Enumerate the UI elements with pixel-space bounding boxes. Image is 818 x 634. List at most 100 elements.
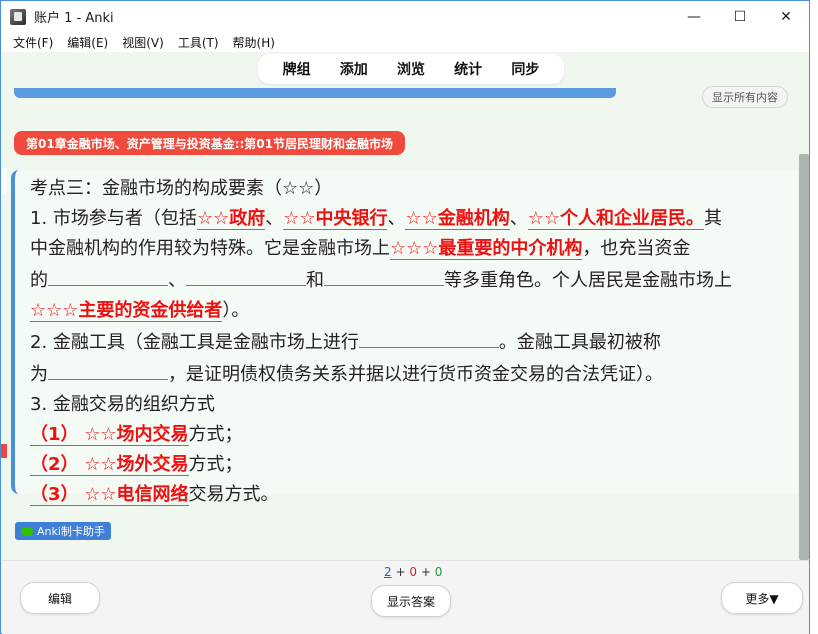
highlight: 主要的资金供给者 <box>78 300 223 321</box>
text: ，是证明债权债务关系并据以进行货币资金交易的合法凭证）。 <box>168 364 663 385</box>
highlight: 场内交易 <box>116 424 189 445</box>
answer-individuals: ☆☆个人和企业居民。 <box>527 208 705 230</box>
text: 等多重角色。个人居民是金融市场上 <box>444 270 732 291</box>
star-mark: ☆☆ <box>283 208 316 229</box>
title-bar: 账户 1 - Anki — ☐ ✕ <box>1 1 809 32</box>
card-line-7: 3. 金融交易的组织方式 <box>30 394 215 415</box>
new-count: 2 <box>384 565 392 579</box>
plus-sign: + <box>420 565 431 579</box>
text: 2. 金融工具（金融工具是金融市场上进行 <box>30 332 359 353</box>
show-all-button[interactable]: 显示所有内容 <box>702 86 788 108</box>
cloze-blank <box>48 358 168 380</box>
toolbar-add[interactable]: 添加 <box>340 59 368 79</box>
text: 、 <box>265 208 284 229</box>
star-mark: ☆☆ <box>405 208 438 229</box>
window-title: 账户 1 - Anki <box>34 11 114 26</box>
highlight: 电信网络 <box>116 484 189 505</box>
learn-count: 0 <box>409 565 417 579</box>
highlight: 最重要的中介机构 <box>438 238 583 259</box>
card-line-1: 1. 市场参与者（包括☆☆政府、☆☆中央银行、☆☆金融机构、☆☆个人和企业居民。… <box>30 204 788 234</box>
menu-edit[interactable]: 编辑(E) <box>67 34 108 51</box>
highlight: 场外交易 <box>116 454 189 475</box>
text: ，也充当资金 <box>582 238 691 259</box>
card-line-3: 的 、 和 等多重角色。个人居民是金融市场上 <box>30 264 788 296</box>
highlight: 政府 <box>229 208 266 229</box>
background-window-peek <box>1 168 7 194</box>
window-controls: — ☐ ✕ <box>671 1 809 32</box>
text: 和 <box>306 270 324 291</box>
menu-help[interactable]: 帮助(H) <box>233 34 275 51</box>
bottom-bar: 2 + 0 + 0 编辑 显示答案 更多▼ <box>2 560 809 634</box>
cloze-blank <box>324 264 444 286</box>
number: （3） <box>30 484 79 505</box>
background-window-peek <box>1 444 7 458</box>
toolbar-decks[interactable]: 牌组 <box>283 59 311 79</box>
text: 、 <box>168 270 186 291</box>
progress-bar <box>14 88 616 98</box>
vertical-scrollbar[interactable] <box>799 154 809 560</box>
menu-tools[interactable]: 工具(T) <box>178 34 219 51</box>
reviewer-area: 牌组 添加 浏览 统计 同步 显示所有内容 第01章金融市场、资产管理与投资基金… <box>2 52 809 560</box>
more-button[interactable]: 更多▼ <box>721 582 803 614</box>
card-title: 考点三：金融市场的构成要素（☆☆） <box>30 178 333 199</box>
number: （2） <box>30 454 79 475</box>
text: 。金融工具最初被称 <box>498 332 661 353</box>
text: 的 <box>30 270 48 291</box>
card-counts: 2 + 0 + 0 <box>384 565 442 579</box>
minimize-button[interactable]: — <box>671 1 717 32</box>
answer-gov: ☆☆政府 <box>196 208 266 230</box>
anki-app-icon <box>10 8 26 25</box>
text: 、 <box>509 208 528 229</box>
star-mark: ☆☆ <box>527 208 561 229</box>
answer-fin-inst: ☆☆金融机构 <box>405 208 510 230</box>
card-line-4: ☆☆☆主要的资金供给者）。 <box>30 296 788 326</box>
cloze-blank <box>186 264 306 286</box>
close-button[interactable]: ✕ <box>763 1 809 32</box>
answer-exchange: （1） ☆☆场内交易 <box>30 424 189 446</box>
plus-sign: + <box>395 565 406 579</box>
text: 中金融机构的作用较为特殊。它是金融市场上 <box>30 238 390 259</box>
card-line-6: 为 ，是证明债权债务关系并据以进行货币资金交易的合法凭证）。 <box>30 358 788 390</box>
text: 其 <box>704 208 723 229</box>
toolbar-sync[interactable]: 同步 <box>511 59 539 79</box>
text: 为 <box>30 364 48 385</box>
text: 、 <box>387 208 406 229</box>
toolbar-browse[interactable]: 浏览 <box>397 59 425 79</box>
answer-otc: （2） ☆☆场外交易 <box>30 454 189 476</box>
maximize-button[interactable]: ☐ <box>717 1 763 32</box>
card-line-9: （2） ☆☆场外交易方式； <box>30 450 788 480</box>
text: 交易方式。 <box>188 484 279 505</box>
card-line-5: 2. 金融工具（金融工具是金融市场上进行 。金融工具最初被称 <box>30 326 788 358</box>
answer-intermediary: ☆☆☆最重要的中介机构 <box>390 238 583 260</box>
star-mark: ☆☆☆ <box>30 300 79 321</box>
answer-telecom: （3） ☆☆电信网络 <box>30 484 189 506</box>
show-answer-button[interactable]: 显示答案 <box>371 585 451 617</box>
text: 1. 市场参与者（包括 <box>30 208 197 229</box>
number: （1） <box>30 424 79 445</box>
deck-path-badge: 第01章金融市场、资产管理与投资基金::第01节居民理财和金融市场 <box>14 131 405 155</box>
highlight: 中央银行 <box>315 208 388 229</box>
helper-label: Anki制卡助手 <box>37 525 105 538</box>
review-count: 0 <box>434 565 443 579</box>
card-content: 考点三：金融市场的构成要素（☆☆） 1. 市场参与者（包括☆☆政府、☆☆中央银行… <box>11 170 798 506</box>
highlight: 个人和企业居民。 <box>560 208 705 229</box>
wechat-icon <box>21 526 33 536</box>
answer-central-bank: ☆☆中央银行 <box>283 208 388 230</box>
edit-button[interactable]: 编辑 <box>20 582 100 614</box>
menu-view[interactable]: 视图(V) <box>122 34 164 51</box>
toolbar-stats[interactable]: 统计 <box>454 59 482 79</box>
card-line-8: （1） ☆☆场内交易方式； <box>30 420 788 450</box>
menu-bar: 文件(F) 编辑(E) 视图(V) 工具(T) 帮助(H) <box>1 32 809 52</box>
cloze-blank <box>48 264 168 286</box>
star-mark: ☆☆ <box>196 208 230 229</box>
menu-file[interactable]: 文件(F) <box>13 34 53 51</box>
star-mark: ☆☆ <box>84 484 117 505</box>
highlight: 金融机构 <box>437 208 510 229</box>
card-line-10: （3） ☆☆电信网络交易方式。 <box>30 480 788 510</box>
text: 方式； <box>188 424 243 445</box>
anki-main-window: 账户 1 - Anki — ☐ ✕ 文件(F) 编辑(E) 视图(V) 工具(T… <box>0 0 810 634</box>
star-mark: ☆☆ <box>84 424 117 445</box>
anki-helper-tag[interactable]: Anki制卡助手 <box>15 522 111 540</box>
star-mark: ☆☆ <box>84 454 117 475</box>
main-toolbar: 牌组 添加 浏览 统计 同步 <box>258 54 564 84</box>
